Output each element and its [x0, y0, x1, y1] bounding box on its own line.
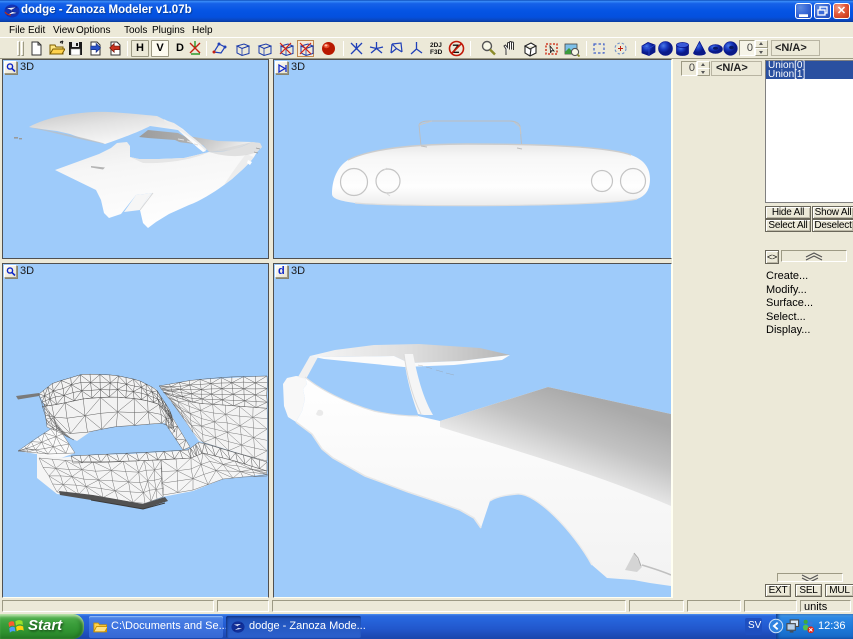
svg-text:2DJ: 2DJ [430, 42, 442, 49]
svg-text:F3D: F3D [430, 49, 443, 56]
